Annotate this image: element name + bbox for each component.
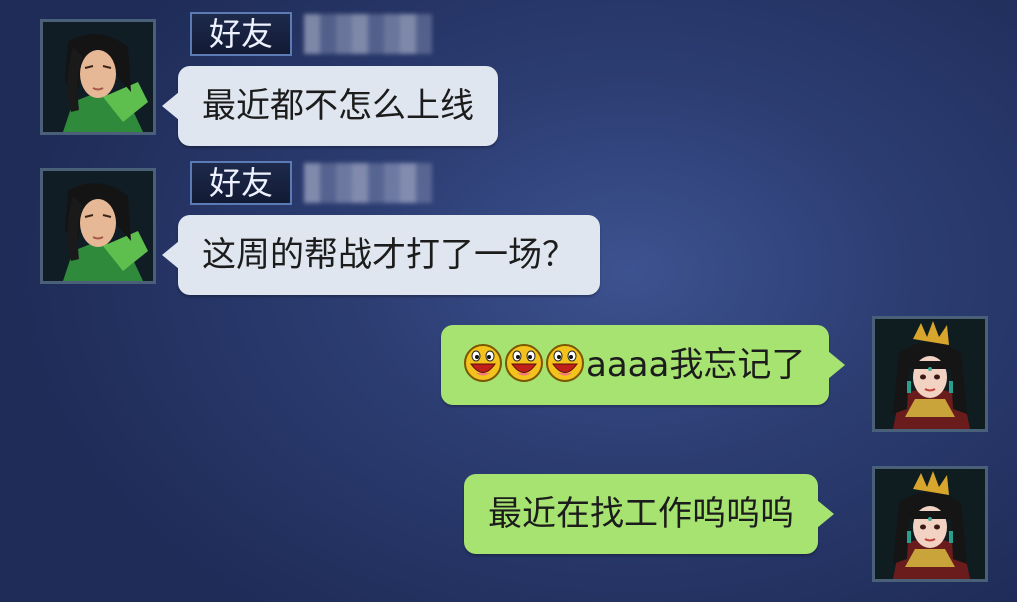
message-bubble[interactable]: aaaa我忘记了 [441, 325, 846, 405]
friend-tag-badge: 好友 [190, 12, 292, 56]
male-swordsman-avatar-icon [43, 22, 153, 132]
female-character-avatar-icon [875, 319, 985, 429]
female-character-avatar-icon [875, 469, 985, 579]
message-bubble[interactable]: 这周的帮战才打了一场？ [162, 215, 600, 295]
sender-name-blurred [304, 163, 432, 203]
friend-avatar[interactable] [40, 19, 156, 135]
laughing-face-emoji-icon [546, 344, 584, 382]
self-avatar[interactable] [872, 466, 988, 582]
laughing-face-emoji-icon [464, 344, 502, 382]
male-swordsman-avatar-icon [43, 171, 153, 281]
friend-tag-badge: 好友 [190, 161, 292, 205]
message-bubble[interactable]: 最近在找工作呜呜呜 [464, 474, 834, 554]
message-bubble[interactable]: 最近都不怎么上线 [162, 66, 498, 146]
laughing-face-emoji-icon [505, 344, 543, 382]
message-text: aaaa我忘记了 [586, 345, 806, 385]
sender-name-blurred [304, 14, 432, 54]
self-avatar[interactable] [872, 316, 988, 432]
friend-avatar[interactable] [40, 168, 156, 284]
